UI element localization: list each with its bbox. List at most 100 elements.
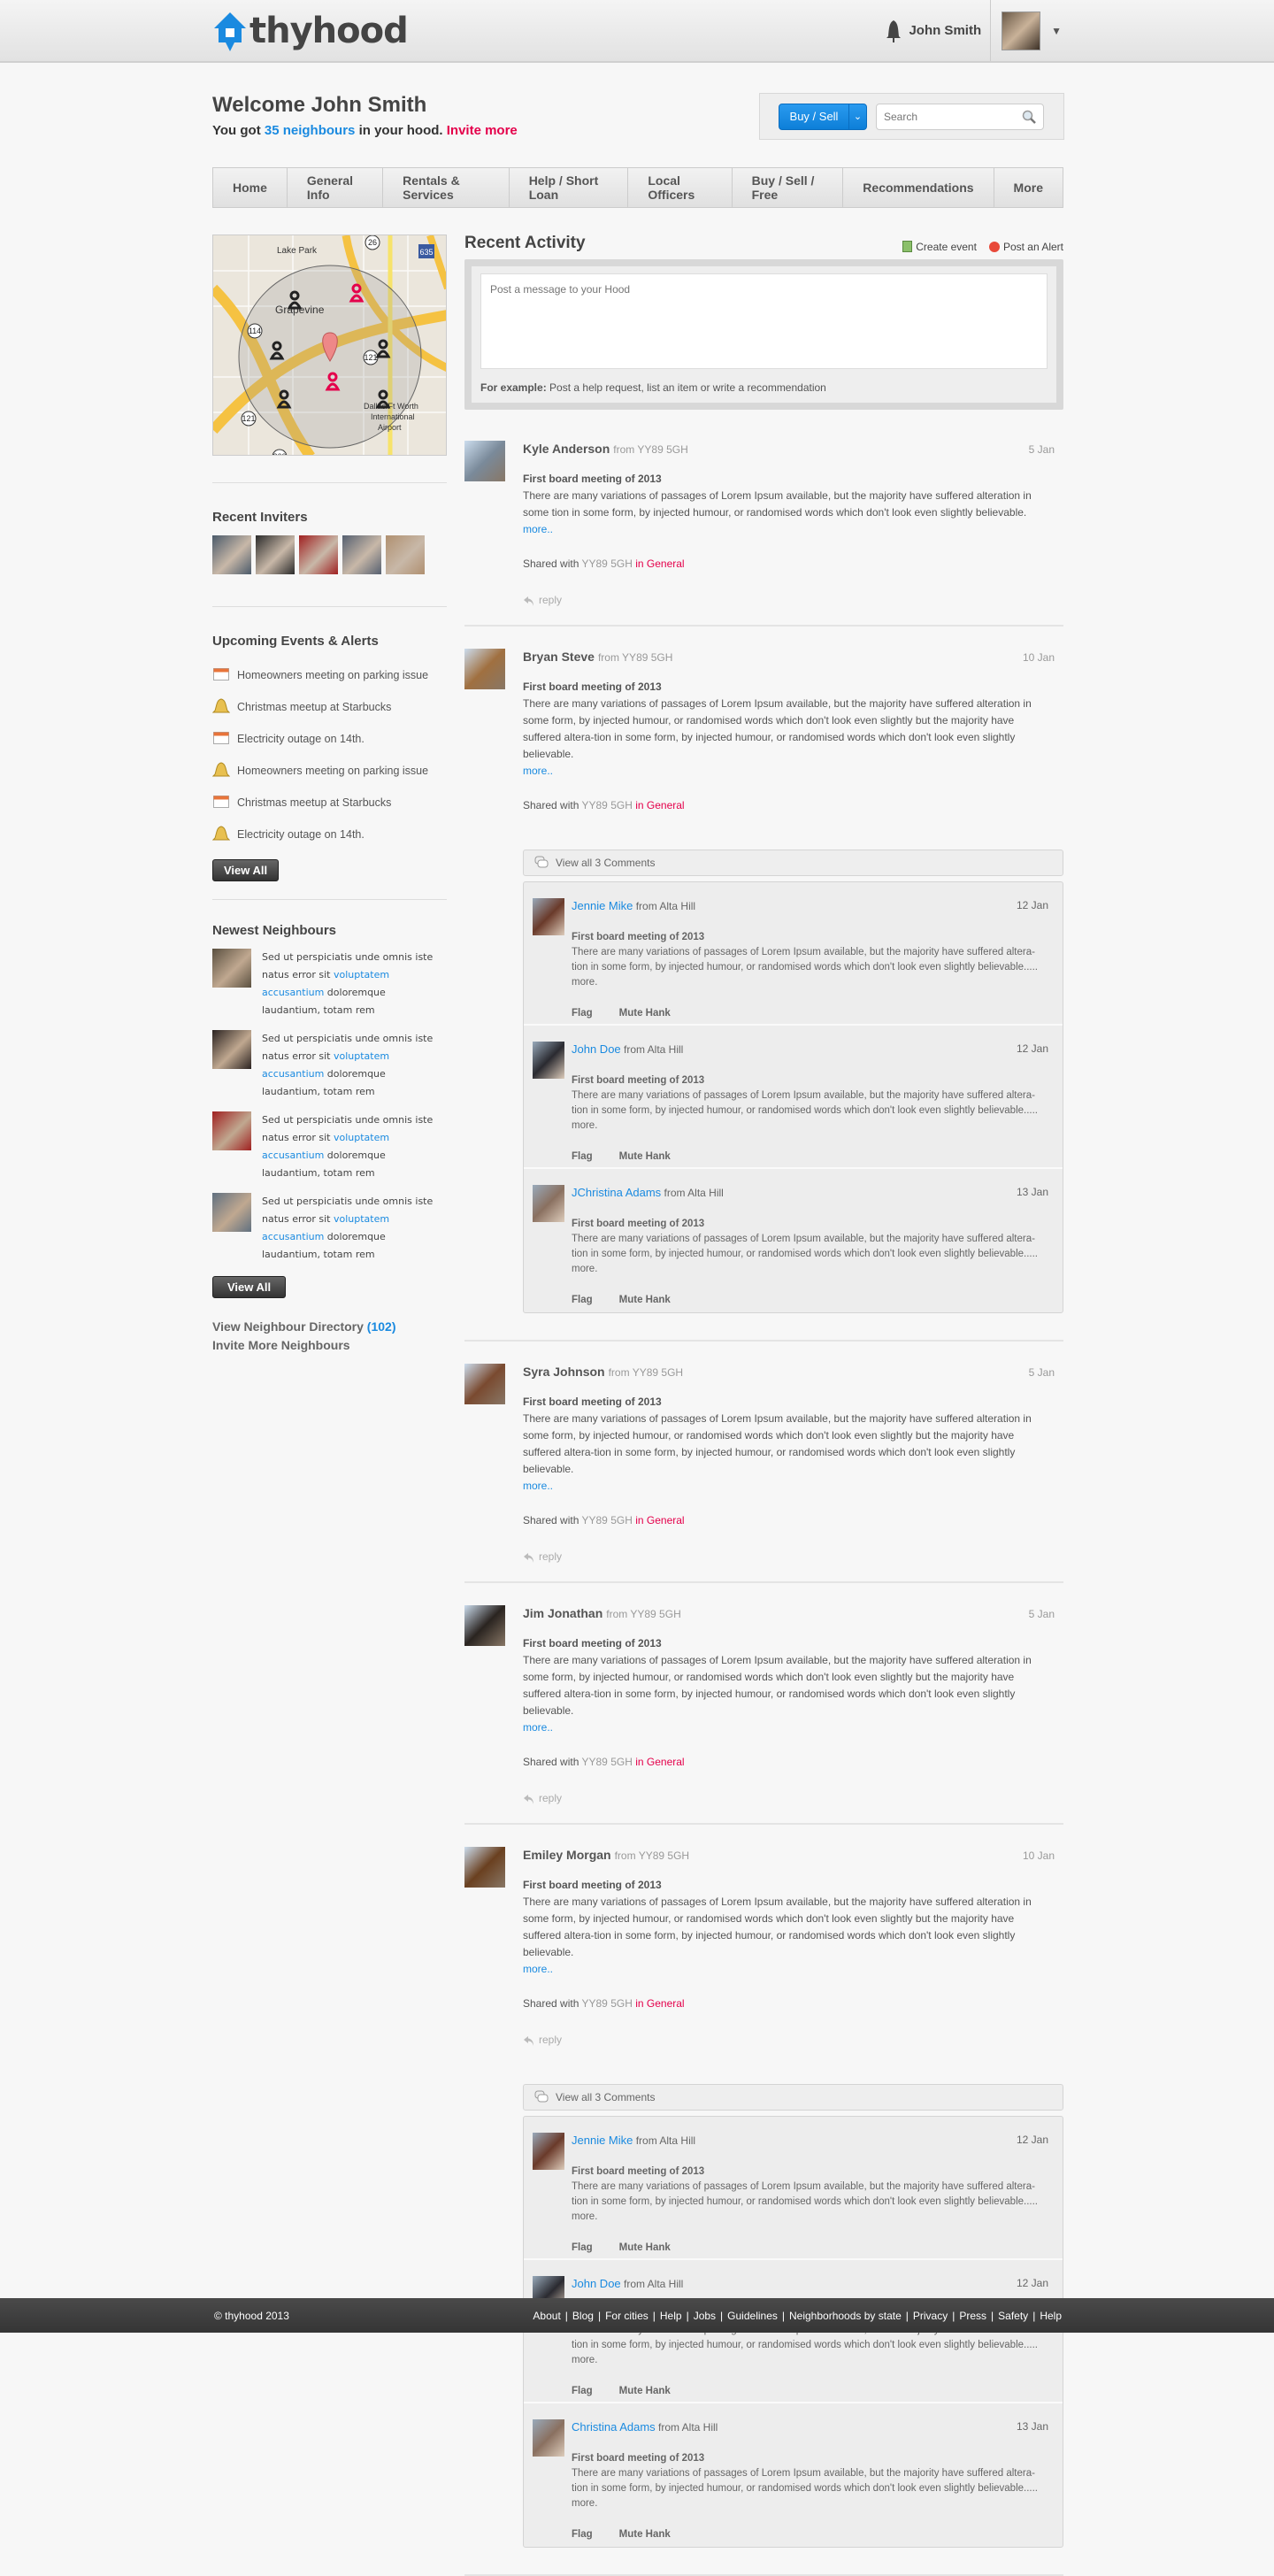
footer-link[interactable]: Press	[959, 2310, 986, 2322]
mute-button[interactable]: Mute Hank	[619, 1006, 671, 1021]
mute-button[interactable]: Mute Hank	[619, 2527, 671, 2542]
poster-name[interactable]: Kyle Anderson	[523, 442, 610, 456]
flag-button[interactable]: Flag	[572, 2527, 593, 2542]
event-item[interactable]: Electricity outage on 14th.	[212, 723, 447, 755]
more-link[interactable]: more..	[523, 763, 1055, 780]
commenter-name[interactable]: John Doe	[572, 1042, 621, 1056]
shared-category[interactable]: in General	[633, 1756, 684, 1768]
shared-location[interactable]: YY89 5GH	[582, 1997, 633, 2010]
footer-link[interactable]: For cities	[605, 2310, 649, 2322]
poster-avatar[interactable]	[464, 441, 505, 481]
footer-link[interactable]: About	[533, 2310, 560, 2322]
shared-category[interactable]: in General	[633, 1997, 684, 2010]
footer-link[interactable]: Safety	[998, 2310, 1028, 2322]
commenter-name[interactable]: John Doe	[572, 2277, 621, 2290]
nav-item[interactable]: Buy / Sell / Free	[733, 168, 844, 207]
shared-category[interactable]: in General	[633, 557, 684, 570]
invite-more-neighbours-link[interactable]: Invite More Neighbours	[212, 1336, 447, 1355]
invite-more-link[interactable]: Invite more	[447, 123, 518, 138]
footer-link[interactable]: Jobs	[694, 2310, 716, 2322]
poster-avatar[interactable]	[464, 1605, 505, 1646]
poster-avatar[interactable]	[464, 649, 505, 689]
reply-button[interactable]: reply	[523, 1790, 1055, 1807]
flag-button[interactable]: Flag	[572, 2241, 593, 2256]
poster-name[interactable]: Emiley Morgan	[523, 1848, 611, 1862]
neighbour-avatar[interactable]	[212, 1030, 251, 1069]
search-input[interactable]	[884, 110, 1022, 123]
footer-link[interactable]: Neighborhoods by state	[789, 2310, 902, 2322]
flag-button[interactable]: Flag	[572, 1006, 593, 1021]
footer-link[interactable]: Help	[660, 2310, 682, 2322]
more-link[interactable]: more..	[523, 1478, 1055, 1495]
reply-button[interactable]: reply	[523, 592, 1055, 609]
footer-link[interactable]: Guidelines	[727, 2310, 778, 2322]
chevron-down-icon[interactable]: ⌄	[848, 104, 866, 129]
commenter-avatar[interactable]	[533, 1185, 564, 1222]
commenter-avatar[interactable]	[533, 898, 564, 935]
commenter-name[interactable]: JChristina Adams	[572, 1186, 661, 1199]
chevron-down-icon[interactable]: ▼	[1051, 25, 1062, 37]
inviter-avatar[interactable]	[299, 535, 338, 574]
nav-item[interactable]: Local Officers	[628, 168, 733, 207]
buy-sell-button[interactable]: Buy / Sell ⌄	[779, 103, 867, 130]
view-all-neighbours-button[interactable]: View All	[212, 1276, 287, 1298]
nav-item[interactable]: General Info	[288, 168, 384, 207]
commenter-name[interactable]: Jennie Mike	[572, 2134, 633, 2147]
search-field[interactable]	[876, 103, 1044, 130]
inviter-avatar[interactable]	[256, 535, 295, 574]
more-link[interactable]: more..	[523, 1719, 1055, 1736]
neighbour-avatar[interactable]	[212, 1111, 251, 1150]
nav-item[interactable]: Home	[213, 168, 288, 207]
flag-button[interactable]: Flag	[572, 2384, 593, 2399]
commenter-avatar[interactable]	[533, 1042, 564, 1079]
view-all-comments-button[interactable]: View all 3 Comments	[523, 850, 1063, 876]
poster-avatar[interactable]	[464, 1364, 505, 1404]
shared-category[interactable]: in General	[633, 799, 684, 811]
footer-link[interactable]: Blog	[572, 2310, 594, 2322]
nav-item[interactable]: Rentals & Services	[383, 168, 510, 207]
user-menu[interactable]: John Smith ▼	[886, 0, 1062, 61]
mute-button[interactable]: Mute Hank	[619, 1293, 671, 1308]
event-item[interactable]: Christmas meetup at Starbucks	[212, 787, 447, 819]
bell-icon[interactable]	[886, 19, 902, 43]
logo[interactable]: thyhood	[212, 11, 409, 51]
post-alert-link[interactable]: Post an Alert	[988, 241, 1063, 253]
shared-location[interactable]: YY89 5GH	[582, 1514, 633, 1526]
avatar[interactable]	[1002, 11, 1041, 50]
reply-button[interactable]: reply	[523, 2032, 1055, 2049]
nav-item[interactable]: More	[994, 168, 1063, 207]
post-message-input[interactable]	[480, 273, 1048, 369]
poster-avatar[interactable]	[464, 1847, 505, 1888]
view-all-comments-button[interactable]: View all 3 Comments	[523, 2084, 1063, 2111]
create-event-link[interactable]: Create event	[902, 241, 977, 253]
shared-category[interactable]: in General	[633, 1514, 684, 1526]
user-name[interactable]: John Smith	[909, 23, 981, 38]
directory-count[interactable]: (102)	[367, 1319, 396, 1334]
nav-item[interactable]: Recommendations	[843, 168, 994, 207]
inviter-avatar[interactable]	[212, 535, 251, 574]
neighbour-avatar[interactable]	[212, 1193, 251, 1232]
shared-location[interactable]: YY89 5GH	[582, 1756, 633, 1768]
commenter-name[interactable]: Jennie Mike	[572, 899, 633, 912]
nav-item[interactable]: Help / Short Loan	[510, 168, 629, 207]
more-link[interactable]: more..	[523, 1961, 1055, 1978]
neighbourhood-map[interactable]: Lake Park Grapevine Dallas/Ft Worth Inte…	[212, 235, 447, 456]
reply-button[interactable]: reply	[523, 1549, 1055, 1565]
commenter-avatar[interactable]	[533, 2419, 564, 2457]
shared-location[interactable]: YY89 5GH	[582, 799, 633, 811]
inviter-avatar[interactable]	[386, 535, 425, 574]
commenter-name[interactable]: Christina Adams	[572, 2420, 656, 2434]
commenter-avatar[interactable]	[533, 2133, 564, 2170]
event-item[interactable]: Homeowners meeting on parking issue	[212, 659, 447, 691]
more-link[interactable]: more..	[523, 521, 1055, 538]
poster-name[interactable]: Syra Johnson	[523, 1365, 605, 1379]
mute-button[interactable]: Mute Hank	[619, 2384, 671, 2399]
event-item[interactable]: Homeowners meeting on parking issue	[211, 755, 447, 787]
poster-name[interactable]: Jim Jonathan	[523, 1606, 602, 1620]
footer-link[interactable]: Help	[1040, 2310, 1062, 2322]
neighbour-avatar[interactable]	[212, 949, 251, 988]
event-item[interactable]: Christmas meetup at Starbucks	[211, 691, 447, 723]
footer-link[interactable]: Privacy	[913, 2310, 948, 2322]
event-item[interactable]: Electricity outage on 14th.	[211, 819, 447, 850]
neighbours-link[interactable]: 35 neighbours	[265, 123, 356, 138]
